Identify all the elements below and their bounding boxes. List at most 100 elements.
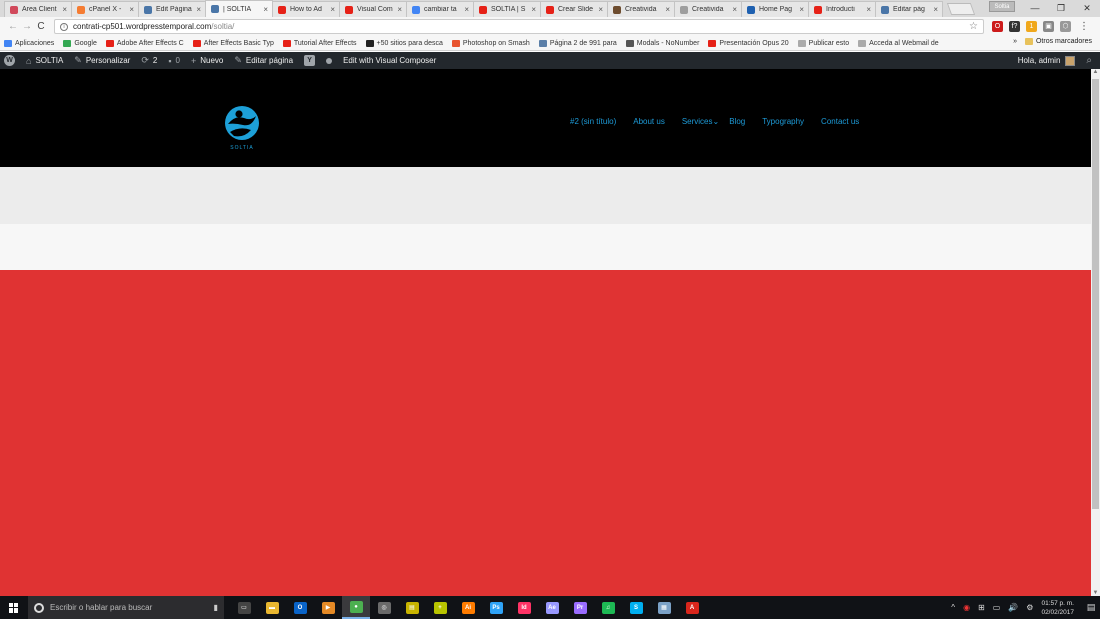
tab-close-icon[interactable]: × bbox=[330, 5, 335, 14]
new-tab-button[interactable] bbox=[946, 3, 976, 15]
wp-yoast[interactable]: Y bbox=[304, 55, 316, 66]
tab-close-icon[interactable]: × bbox=[799, 5, 804, 14]
wp-logo-menu[interactable]: W bbox=[4, 55, 15, 66]
taskbar-app[interactable]: Id bbox=[510, 596, 538, 619]
formula-icon[interactable]: f? bbox=[1009, 21, 1020, 32]
wp-customize[interactable]: ✎ Personalizar bbox=[74, 55, 130, 66]
avatar[interactable] bbox=[1065, 55, 1076, 66]
bookmark-item[interactable]: Google bbox=[63, 39, 97, 47]
close-window-button[interactable]: ✕ bbox=[1074, 0, 1100, 16]
taskbar-app[interactable]: ▬ bbox=[258, 596, 286, 619]
tab-close-icon[interactable]: × bbox=[397, 5, 402, 14]
browser-tab[interactable]: Creativida × bbox=[674, 1, 742, 17]
tab-close-icon[interactable]: × bbox=[263, 5, 268, 14]
wp-new-content[interactable]: + Nuevo bbox=[191, 56, 223, 66]
browser-tab[interactable]: Edit Página × bbox=[138, 1, 206, 17]
browser-tab[interactable]: Editar pág × bbox=[875, 1, 943, 17]
site-logo[interactable]: SOLTIA bbox=[220, 103, 264, 151]
taskbar-app[interactable]: ♫ bbox=[594, 596, 622, 619]
bookmarks-more-button[interactable]: » bbox=[1013, 38, 1017, 45]
browser-tab[interactable]: Introducti × bbox=[808, 1, 876, 17]
chrome-menu-icon[interactable]: ⋮ bbox=[1077, 21, 1091, 32]
tab-close-icon[interactable]: × bbox=[866, 5, 871, 14]
browser-tab[interactable]: cPanel X - × bbox=[71, 1, 139, 17]
taskbar-app[interactable]: A bbox=[678, 596, 706, 619]
taskbar-app[interactable]: Pr bbox=[566, 596, 594, 619]
bookmark-item[interactable]: Adobe After Effects C bbox=[105, 39, 184, 47]
browser-tab[interactable]: How to Ad × bbox=[272, 1, 340, 17]
tab-close-icon[interactable]: × bbox=[129, 5, 134, 14]
browser-tab[interactable]: Area Client × bbox=[4, 1, 72, 17]
scrollbar-thumb[interactable] bbox=[1092, 79, 1099, 509]
nav-item-about[interactable]: About us bbox=[633, 117, 665, 126]
taskbar-app[interactable]: ▤ bbox=[398, 596, 426, 619]
taskbar-app[interactable]: Ai bbox=[454, 596, 482, 619]
wp-status-dot[interactable] bbox=[326, 57, 333, 64]
bookmark-item[interactable]: Tutorial After Effects bbox=[282, 39, 357, 47]
wp-comments[interactable]: ▪ 0 bbox=[168, 56, 180, 66]
pocket-icon[interactable]: ▣ bbox=[1043, 21, 1054, 32]
taskbar-app[interactable]: Ps bbox=[482, 596, 510, 619]
back-button[interactable]: ← bbox=[6, 21, 20, 32]
scroll-up-icon[interactable]: ▲ bbox=[1091, 69, 1100, 75]
taskbar-app[interactable]: ▶ bbox=[314, 596, 342, 619]
address-bar[interactable]: i contrati-cp501.wordpresstemporal.com /… bbox=[54, 19, 984, 34]
search-icon[interactable]: ⌕ bbox=[1086, 55, 1092, 66]
bookmark-item[interactable]: Acceda al Webmail de bbox=[858, 39, 939, 47]
tab-close-icon[interactable]: × bbox=[62, 5, 67, 14]
browser-tab[interactable]: Crear Slide × bbox=[540, 1, 608, 17]
tab-close-icon[interactable]: × bbox=[665, 5, 670, 14]
bookmark-star-icon[interactable]: ☆ bbox=[969, 21, 978, 32]
microphone-icon[interactable]: ▮ bbox=[214, 603, 218, 612]
browser-tab[interactable]: cambiar ta × bbox=[406, 1, 474, 17]
taskbar-app[interactable]: ● bbox=[342, 596, 370, 619]
nav-item-services[interactable]: Services⌄ bbox=[682, 117, 719, 126]
bookmark-item[interactable]: Presentación Opus 20 bbox=[708, 39, 789, 47]
taskbar-app[interactable]: + bbox=[426, 596, 454, 619]
minimize-button[interactable]: — bbox=[1022, 0, 1048, 16]
other-bookmarks[interactable]: Otros marcadores bbox=[1036, 38, 1092, 45]
puzzle-icon[interactable]: 1 bbox=[1026, 21, 1037, 32]
taskbar-app[interactable]: ▭ bbox=[230, 596, 258, 619]
taskbar-search[interactable]: Escribir o hablar para buscar ▮ bbox=[28, 596, 224, 619]
browser-tab[interactable]: Visual Com × bbox=[339, 1, 407, 17]
notifications-icon[interactable]: ▤ bbox=[1082, 596, 1100, 619]
opera-icon[interactable]: O bbox=[992, 21, 1003, 32]
wp-visual-composer[interactable]: Edit with Visual Composer bbox=[343, 56, 436, 65]
browser-tab[interactable]: Home Pag × bbox=[741, 1, 809, 17]
nav-item-contact[interactable]: Contact us bbox=[821, 117, 859, 126]
bookmark-item[interactable]: After Effects Basic Typ bbox=[192, 39, 274, 47]
browser-tab[interactable]: | SOLTIA × bbox=[205, 0, 273, 17]
antivirus-icon[interactable]: ◉ bbox=[963, 603, 970, 612]
tab-close-icon[interactable]: × bbox=[933, 5, 938, 14]
settings-icon[interactable]: ⚙ bbox=[1026, 603, 1033, 612]
tab-close-icon[interactable]: × bbox=[598, 5, 603, 14]
bookmark-item[interactable]: Photoshop on Smash bbox=[451, 39, 530, 47]
wp-edit-page[interactable]: ✎ Editar página bbox=[234, 55, 293, 66]
nav-item-untitled[interactable]: #2 (sin título) bbox=[570, 117, 616, 126]
taskbar-app[interactable]: Ae bbox=[538, 596, 566, 619]
start-button[interactable] bbox=[0, 596, 28, 619]
taskbar-app[interactable]: S bbox=[622, 596, 650, 619]
reload-button[interactable]: C bbox=[34, 21, 48, 32]
taskbar-app[interactable]: ◎ bbox=[370, 596, 398, 619]
forward-button[interactable]: → bbox=[20, 21, 34, 32]
network-app-icon[interactable]: ⊞ bbox=[978, 603, 985, 612]
bookmark-item[interactable]: Página 2 de 991 para bbox=[538, 39, 617, 47]
tab-close-icon[interactable]: × bbox=[196, 5, 201, 14]
tray-overflow-icon[interactable]: ^ bbox=[951, 603, 955, 612]
bookmark-item[interactable]: +50 sitios para desca bbox=[365, 39, 443, 47]
battery-icon[interactable]: ▭ bbox=[993, 603, 1001, 612]
taskbar-app[interactable]: O bbox=[286, 596, 314, 619]
tab-close-icon[interactable]: × bbox=[464, 5, 469, 14]
greeting-label[interactable]: Hola, admin bbox=[1018, 56, 1061, 65]
bookmark-item[interactable]: Publicar esto bbox=[797, 39, 849, 47]
site-info-icon[interactable]: i bbox=[60, 22, 68, 31]
nav-item-typography[interactable]: Typography bbox=[762, 117, 804, 126]
wp-site-name[interactable]: ⌂ SOLTIA bbox=[26, 56, 63, 66]
browser-tab[interactable]: Creativida × bbox=[607, 1, 675, 17]
wp-updates[interactable]: ⟳ 2 bbox=[141, 55, 157, 66]
clock[interactable]: 01:57 p. m. 02/02/2017 bbox=[1041, 599, 1074, 617]
maximize-button[interactable]: ❐ bbox=[1048, 0, 1074, 16]
volume-icon[interactable]: 🔊 bbox=[1008, 603, 1018, 612]
